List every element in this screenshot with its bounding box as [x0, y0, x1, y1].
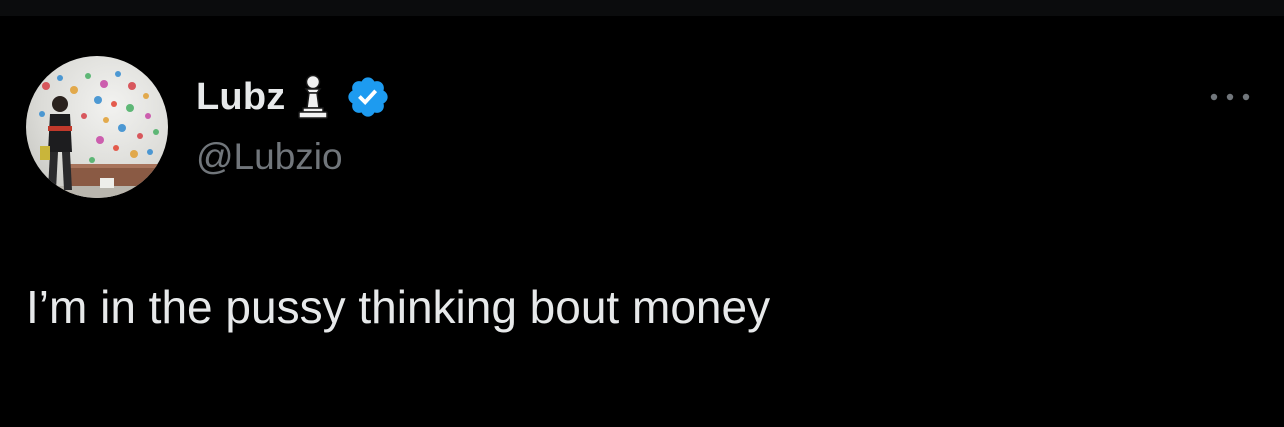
- tweet-card: Lubz @Lubzio I’m in the pussy thinking b…: [0, 16, 1284, 427]
- author-handle[interactable]: @Lubzio: [196, 136, 391, 178]
- more-options-icon: [1210, 93, 1250, 101]
- verified-badge-icon[interactable]: [345, 74, 391, 120]
- tweet-text: I’m in the pussy thinking bout money: [26, 281, 771, 333]
- author-name-row: Lubz: [196, 74, 391, 120]
- tweet-header: Lubz @Lubzio: [196, 74, 391, 178]
- top-edge-strip: [0, 0, 1284, 16]
- more-options-button[interactable]: [1200, 82, 1260, 112]
- avatar[interactable]: [26, 56, 168, 198]
- author-display-name[interactable]: Lubz: [196, 76, 285, 119]
- chess-pawn-icon: [293, 74, 333, 120]
- avatar-photo: [26, 71, 168, 198]
